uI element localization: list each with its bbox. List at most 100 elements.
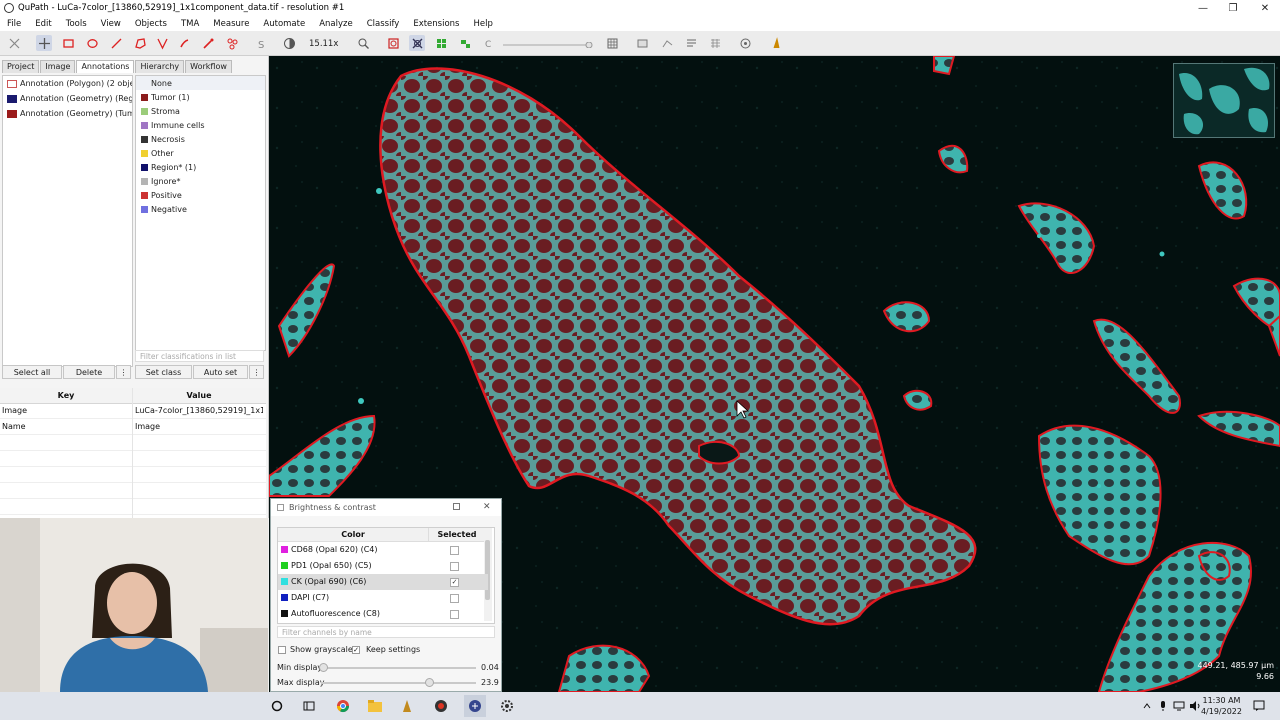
sidebar-toggle-icon[interactable] bbox=[6, 35, 22, 51]
pixel-classifier-icon[interactable] bbox=[707, 35, 723, 51]
class-item-ignore[interactable]: Ignore* bbox=[136, 174, 265, 188]
class-more-button[interactable]: ⋮ bbox=[249, 365, 264, 379]
class-item-other[interactable]: Other bbox=[136, 146, 265, 160]
menu-edit[interactable]: Edit bbox=[28, 19, 58, 29]
measurement-table-icon[interactable] bbox=[634, 35, 650, 51]
channel-row-ck[interactable]: CK (Opal 690) (C6) ✓ bbox=[278, 574, 488, 590]
preferences-icon[interactable] bbox=[737, 35, 753, 51]
menu-help[interactable]: Help bbox=[467, 19, 500, 29]
settings-icon[interactable] bbox=[498, 697, 516, 715]
zoom-to-fit-icon[interactable] bbox=[355, 35, 371, 51]
delete-button[interactable]: Delete bbox=[63, 365, 115, 379]
select-all-button[interactable]: Select all bbox=[2, 365, 62, 379]
recorder-icon[interactable] bbox=[432, 697, 450, 715]
selection-mode-icon[interactable]: S bbox=[253, 35, 269, 51]
annotation-list[interactable]: Annotation (Polygon) (2 objects) Annotat… bbox=[2, 75, 133, 367]
class-item-none[interactable]: None bbox=[136, 76, 265, 90]
selected-column-header[interactable]: Selected bbox=[428, 528, 485, 542]
annotation-item[interactable]: Annotation (Geometry) (Region*) bbox=[3, 91, 132, 106]
close-button[interactable]: ✕ bbox=[1250, 0, 1280, 16]
keep-settings-checkbox[interactable]: ✓ bbox=[352, 646, 360, 654]
annotation-more-button[interactable]: ⋮ bbox=[116, 365, 131, 379]
annotation-item[interactable]: Annotation (Geometry) (Tumor) bbox=[3, 106, 132, 121]
show-detections-icon[interactable] bbox=[457, 35, 473, 51]
rectangle-tool-icon[interactable] bbox=[60, 35, 76, 51]
polyline-tool-icon[interactable] bbox=[154, 35, 170, 51]
system-clock[interactable]: 11:30 AM 4/19/2022 bbox=[1201, 695, 1242, 717]
class-item-immune-cells[interactable]: Immune cells bbox=[136, 118, 265, 132]
menu-automate[interactable]: Automate bbox=[256, 19, 312, 29]
polygon-tool-icon[interactable] bbox=[132, 35, 148, 51]
tab-hierarchy[interactable]: Hierarchy bbox=[135, 60, 185, 73]
class-filter-input[interactable]: Filter classifications in list bbox=[135, 350, 264, 362]
minimize-button[interactable]: — bbox=[1188, 0, 1218, 16]
tab-annotations[interactable]: Annotations bbox=[76, 60, 135, 73]
points-tool-icon[interactable] bbox=[224, 35, 240, 51]
dialog-maximize-button[interactable] bbox=[453, 503, 460, 510]
channel-row-autofluorescence[interactable]: Autofluorescence (C8) bbox=[278, 606, 488, 622]
show-log-icon[interactable] bbox=[683, 35, 699, 51]
menu-classify[interactable]: Classify bbox=[360, 19, 407, 29]
channel-checkbox[interactable] bbox=[450, 546, 459, 555]
class-item-necrosis[interactable]: Necrosis bbox=[136, 132, 265, 146]
annotation-item[interactable]: Annotation (Polygon) (2 objects) bbox=[3, 76, 132, 91]
brush-tool-icon[interactable] bbox=[176, 35, 192, 51]
channel-checkbox[interactable] bbox=[450, 562, 459, 571]
show-grayscale-checkbox[interactable] bbox=[278, 646, 286, 654]
task-view-icon[interactable] bbox=[300, 697, 318, 715]
class-item-stroma[interactable]: Stroma bbox=[136, 104, 265, 118]
brightness-contrast-icon[interactable] bbox=[281, 35, 297, 51]
maximize-button[interactable]: ❐ bbox=[1218, 0, 1248, 16]
menu-measure[interactable]: Measure bbox=[206, 19, 256, 29]
script-editor-icon[interactable] bbox=[768, 35, 784, 51]
table-row[interactable]: Name Image bbox=[0, 419, 266, 435]
menu-view[interactable]: View bbox=[94, 19, 128, 29]
overview-thumbnail[interactable] bbox=[1173, 63, 1275, 138]
menu-file[interactable]: File bbox=[0, 19, 28, 29]
channel-checkbox[interactable] bbox=[450, 594, 459, 603]
move-tool-icon[interactable] bbox=[36, 35, 52, 51]
tab-image[interactable]: Image bbox=[40, 60, 76, 73]
menu-extensions[interactable]: Extensions bbox=[406, 19, 466, 29]
line-tool-icon[interactable] bbox=[108, 35, 124, 51]
notifications-icon[interactable] bbox=[1250, 697, 1268, 715]
show-grid-icon[interactable] bbox=[604, 35, 620, 51]
fill-annotations-icon[interactable] bbox=[409, 35, 425, 51]
opacity-slider[interactable] bbox=[503, 42, 595, 48]
channel-filter-input[interactable]: Filter channels by name bbox=[277, 626, 495, 638]
show-annotations-icon[interactable] bbox=[385, 35, 401, 51]
color-column-header[interactable]: Color bbox=[278, 528, 428, 542]
max-display-slider-knob[interactable] bbox=[425, 678, 434, 687]
menu-analyze[interactable]: Analyze bbox=[312, 19, 360, 29]
menu-objects[interactable]: Objects bbox=[128, 19, 174, 29]
chrome-icon[interactable] bbox=[334, 697, 352, 715]
channel-checkbox[interactable] bbox=[450, 610, 459, 619]
min-display-slider-knob[interactable] bbox=[319, 663, 328, 672]
opacity-icon[interactable]: C bbox=[480, 35, 496, 51]
class-item-region[interactable]: Region* (1) bbox=[136, 160, 265, 174]
table-row[interactable]: Image LuCa-7color_[13860,52919]_1x1co... bbox=[0, 403, 266, 419]
file-explorer-icon[interactable] bbox=[366, 697, 384, 715]
start-icon[interactable] bbox=[268, 697, 286, 715]
qupath-taskbar-icon[interactable] bbox=[464, 695, 486, 717]
wand-tool-icon[interactable] bbox=[200, 35, 216, 51]
menu-tma[interactable]: TMA bbox=[174, 19, 206, 29]
channel-row-cd68[interactable]: CD68 (Opal 620) (C4) bbox=[278, 542, 488, 558]
class-item-negative[interactable]: Negative bbox=[136, 202, 265, 216]
app-icon[interactable] bbox=[398, 697, 416, 715]
channel-row-pd1[interactable]: PD1 (Opal 650) (C5) bbox=[278, 558, 488, 574]
set-class-button[interactable]: Set class bbox=[135, 365, 192, 379]
tab-project[interactable]: Project bbox=[2, 60, 40, 73]
menu-tools[interactable]: Tools bbox=[59, 19, 94, 29]
channel-row-dapi[interactable]: DAPI (C7) bbox=[278, 590, 488, 606]
tab-workflow[interactable]: Workflow bbox=[185, 60, 232, 73]
channel-checkbox[interactable]: ✓ bbox=[450, 578, 459, 587]
measurement-maps-icon[interactable] bbox=[659, 35, 675, 51]
ellipse-tool-icon[interactable] bbox=[84, 35, 100, 51]
auto-set-button[interactable]: Auto set bbox=[193, 365, 248, 379]
class-item-tumor[interactable]: Tumor (1) bbox=[136, 90, 265, 104]
min-display-slider[interactable] bbox=[321, 667, 476, 669]
show-tma-grid-icon[interactable] bbox=[433, 35, 449, 51]
classification-list[interactable]: None Tumor (1) Stroma Immune cells Necro… bbox=[135, 75, 266, 351]
class-item-positive[interactable]: Positive bbox=[136, 188, 265, 202]
